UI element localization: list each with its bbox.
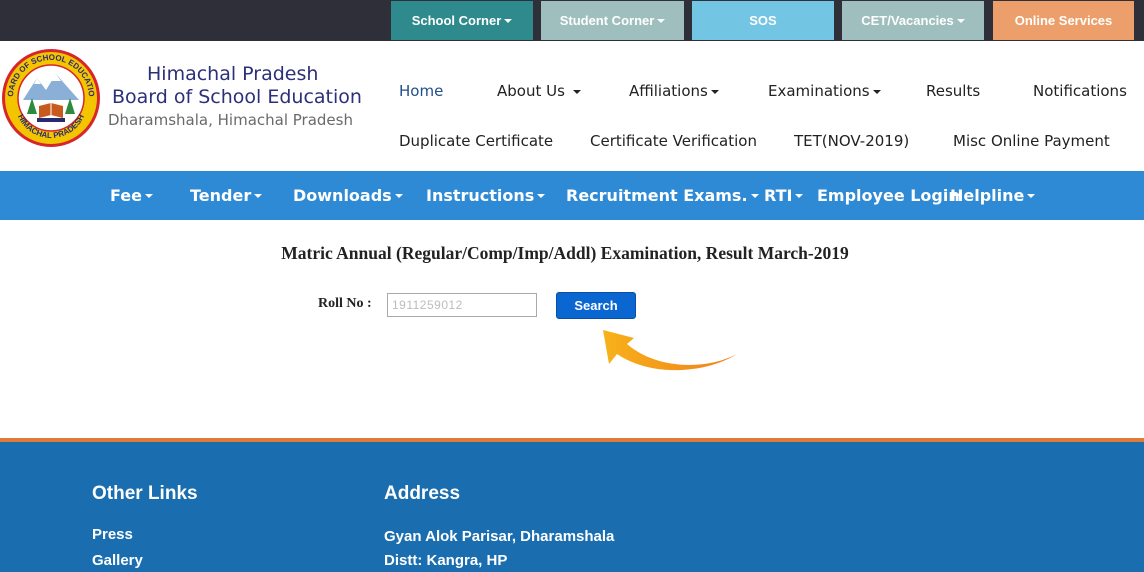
nav-about-us[interactable]: About Us [497,82,581,100]
menu-rti[interactable]: RTI [764,171,804,220]
address-line-2: Distt: Kangra, HP [384,552,508,569]
nav-about-us-label: About Us [497,82,565,100]
menu-tender-label: Tender [190,186,252,205]
menu-downloads[interactable]: Downloads [293,171,403,220]
menu-downloads-label: Downloads [293,186,392,205]
nav-affiliations-label: Affiliations [629,82,708,100]
caret-down-icon [795,193,804,198]
caret-down-icon [710,89,719,94]
nav-certificate-verification[interactable]: Certificate Verification [590,132,757,150]
result-title: Matric Annual (Regular/Comp/Imp/Addl) Ex… [281,243,849,263]
sos-button[interactable]: SOS [692,1,834,40]
student-corner-button[interactable]: Student Corner [541,1,684,40]
org-name-line1: Himachal Pradesh [147,63,319,85]
menu-fee-label: Fee [110,186,142,205]
cet-vacancies-label: CET/Vacancies [861,13,954,28]
top-bar: School Corner Student Corner SOS CET/Vac… [0,0,1144,41]
site-footer: Other Links Press Gallery Address Gyan A… [0,442,1144,572]
menu-recruitment-exams-label: Recruitment Exams. [566,186,748,205]
org-location: Dharamshala, Himachal Pradesh [108,111,353,129]
main-menu: Fee Tender Downloads Instructions Recrui… [0,171,1144,220]
student-corner-label: Student Corner [559,13,655,28]
menu-tender[interactable]: Tender [190,171,263,220]
menu-employee-login-label: Employee Login [817,186,960,205]
menu-recruitment-exams[interactable]: Recruitment Exams. [566,171,759,220]
caret-down-icon [872,89,881,94]
curved-arrow-icon [603,330,737,371]
footer-link-gallery[interactable]: Gallery [92,552,143,569]
logo-emblem[interactable]: BOARD OF SCHOOL EDUCATION HIMACHAL PRADE… [1,48,101,148]
footer-link-press[interactable]: Press [92,526,133,543]
menu-helpline[interactable]: Helpline [950,171,1036,220]
cet-vacancies-button[interactable]: CET/Vacancies [842,1,984,40]
caret-down-icon [254,193,263,198]
online-services-label: Online Services [1014,13,1113,28]
address-title: Address [384,483,461,504]
caret-down-icon [657,18,666,23]
caret-down-icon [504,18,513,23]
nav-notifications[interactable]: Notifications [1033,82,1127,100]
nav-home[interactable]: Home [399,82,443,100]
menu-fee[interactable]: Fee [110,171,153,220]
menu-instructions[interactable]: Instructions [426,171,546,220]
caret-down-icon [1027,193,1036,198]
online-services-button[interactable]: Online Services [993,1,1134,40]
site-header: BOARD OF SCHOOL EDUCATION HIMACHAL PRADE… [0,41,1144,171]
address-line-1: Gyan Alok Parisar, Dharamshala [384,528,615,545]
school-corner-button[interactable]: School Corner [391,1,533,40]
menu-employee-login[interactable]: Employee Login [817,171,960,220]
roll-no-label: Roll No : [318,296,372,311]
nav-misc-online-payment[interactable]: Misc Online Payment [953,132,1110,150]
caret-down-icon [956,18,965,23]
nav-examinations-label: Examinations [768,82,870,100]
search-button[interactable]: Search [556,292,636,319]
nav-affiliations[interactable]: Affiliations [629,82,719,100]
menu-rti-label: RTI [764,186,793,205]
menu-instructions-label: Instructions [426,186,535,205]
other-links-title: Other Links [92,483,198,504]
nav-tet[interactable]: TET(NOV-2019) [794,132,909,150]
roll-no-input[interactable] [387,293,537,317]
org-name-line2: Board of School Education [112,86,362,108]
caret-down-icon [144,193,153,198]
nav-results[interactable]: Results [926,82,980,100]
caret-down-icon [537,193,546,198]
caret-down-icon [750,193,759,198]
nav-duplicate-certificate[interactable]: Duplicate Certificate [399,132,553,150]
caret-down-icon [394,193,403,198]
sos-label: SOS [749,13,777,28]
caret-down-icon [572,89,581,94]
menu-helpline-label: Helpline [950,186,1025,205]
school-corner-label: School Corner [411,13,502,28]
nav-examinations[interactable]: Examinations [768,82,881,100]
